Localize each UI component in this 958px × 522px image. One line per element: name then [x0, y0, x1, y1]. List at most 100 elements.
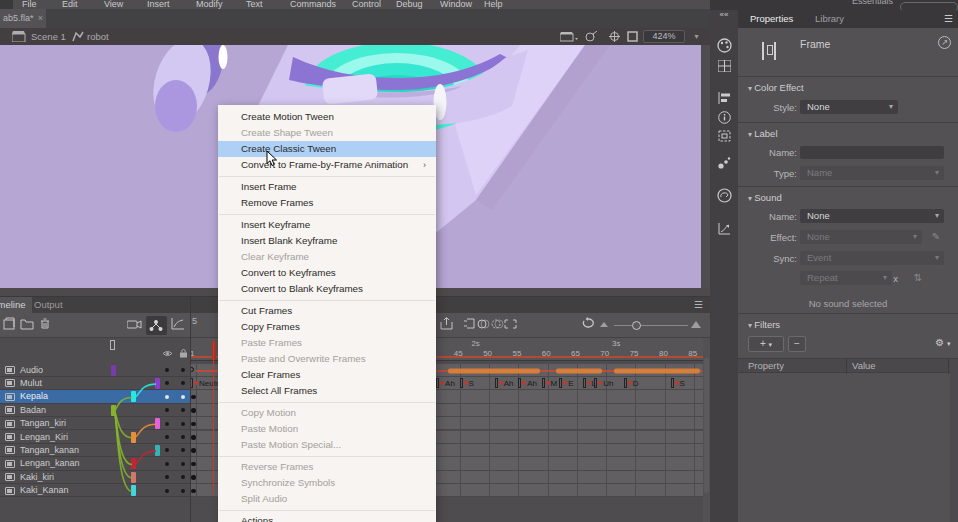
tab-output[interactable]: Output [34, 297, 63, 313]
layer-row-kaki_kanan[interactable]: Kaki_Kanan [0, 484, 190, 497]
timeline-panel-menu-icon[interactable]: ☰ [694, 299, 703, 310]
eye-column-icon[interactable] [162, 349, 173, 358]
transform-icon[interactable] [718, 130, 731, 142]
workspace-switcher[interactable]: Essentials [852, 0, 893, 6]
show-graph-icon[interactable] [171, 317, 186, 333]
menu-insert[interactable]: Insert [147, 0, 170, 9]
lock-column-icon[interactable] [179, 348, 188, 358]
menu-item-cut-frames[interactable]: Cut Frames [218, 303, 436, 319]
zoom-in-timeline-icon[interactable] [690, 317, 705, 333]
layer-row-badan[interactable]: Badan [0, 404, 190, 417]
layer-row-kaki_kiri[interactable]: Kaki_kiri [0, 471, 190, 484]
layer-parent-chip[interactable] [131, 432, 136, 443]
remove-filter-button[interactable]: − [788, 336, 806, 352]
filter-options-button[interactable]: ⚙ ▾ [926, 336, 958, 352]
sound-name-dropdown[interactable]: None▾ [800, 209, 944, 223]
clip-content-icon[interactable] [627, 31, 639, 42]
menu-item-clear-frames[interactable]: Clear Frames [218, 367, 436, 383]
layer-lock-dot[interactable] [181, 435, 185, 439]
layer-parent-chip[interactable] [155, 418, 160, 429]
search-input[interactable] [900, 2, 958, 10]
layer-visibility-dot[interactable] [165, 381, 169, 385]
menu-item-insert-keyframe[interactable]: Insert Keyframe [218, 217, 436, 233]
edit-multiple-frames-icon[interactable] [504, 317, 519, 333]
creative-cloud-icon[interactable] [717, 188, 732, 203]
layer-lock-dot[interactable] [181, 395, 185, 399]
menu-window[interactable]: Window [440, 0, 472, 9]
section-filters[interactable]: Filters [748, 319, 780, 330]
section-sound[interactable]: Sound [748, 192, 782, 203]
layer-visibility-dot[interactable] [165, 368, 169, 372]
layer-parent-chip[interactable] [155, 445, 160, 456]
menu-modify[interactable]: Modify [196, 0, 223, 9]
layer-row-audio[interactable]: Audio [0, 364, 190, 377]
new-layer-icon[interactable] [3, 317, 18, 333]
timeline-zoom-slider[interactable] [614, 325, 688, 326]
menu-item-actions[interactable]: Actions [218, 513, 436, 522]
layer-visibility-dot[interactable] [165, 475, 169, 479]
zoom-level-field[interactable]: 424% [643, 30, 685, 43]
layer-row-lengan_kiri[interactable]: Lengan_Kiri [0, 431, 190, 444]
layer-row-tangan_kiri[interactable]: Tangan_kiri [0, 417, 190, 430]
menu-item-select-all-frames[interactable]: Select All Frames [218, 383, 436, 399]
motion-graph-icon[interactable] [718, 222, 731, 235]
layer-visibility-dot[interactable] [165, 462, 169, 466]
stage-scrollbar-thumb[interactable] [702, 55, 707, 145]
timeline-scrollbar-thumb[interactable] [704, 358, 709, 493]
tab-close-icon[interactable]: × [38, 9, 43, 28]
tab-library[interactable]: Library [815, 10, 844, 28]
export-frames-icon[interactable] [440, 317, 455, 333]
collapse-dock-icon[interactable]: «« [710, 10, 738, 19]
layer-visibility-dot[interactable] [165, 489, 169, 493]
new-folder-icon[interactable] [20, 317, 35, 333]
stage-vertical-scrollbar[interactable] [701, 45, 710, 288]
style-dropdown[interactable]: None▾ [800, 100, 898, 114]
label-name-input[interactable] [800, 146, 944, 159]
camera-icon[interactable] [127, 317, 142, 333]
section-color-effect[interactable]: Color Effect [748, 82, 804, 93]
layer-parent-chip[interactable] [155, 378, 160, 389]
layer-lock-dot[interactable] [181, 422, 185, 426]
zoom-out-timeline-icon[interactable] [599, 317, 614, 333]
layer-visibility-dot[interactable] [165, 448, 169, 452]
menu-view[interactable]: View [104, 0, 123, 9]
layer-parent-chip[interactable] [131, 472, 136, 483]
swatches-icon[interactable] [718, 60, 731, 72]
align-icon[interactable] [718, 92, 731, 104]
timeline-vertical-scrollbar[interactable] [703, 338, 710, 522]
breadcrumb-scene[interactable]: Scene 1 [31, 28, 66, 45]
layer-parent-chip[interactable] [111, 405, 116, 416]
layer-lock-dot[interactable] [181, 408, 185, 412]
menu-commands[interactable]: Commands [290, 0, 336, 9]
layer-parent-chip[interactable] [131, 485, 136, 496]
layer-lock-dot[interactable] [181, 462, 185, 466]
layer-parent-chip[interactable] [111, 365, 116, 376]
layer-row-kepala[interactable]: Kepala [0, 390, 190, 403]
color-palette-icon[interactable] [717, 38, 732, 53]
panel-menu-icon[interactable]: ☰ [944, 10, 953, 28]
menu-item-create-classic-tween[interactable]: Create Classic Tween [218, 141, 436, 157]
edit-scene-icon[interactable] [560, 32, 578, 42]
layer-parent-chip[interactable] [131, 458, 136, 469]
layer-lock-dot[interactable] [181, 475, 185, 479]
layer-visibility-dot[interactable] [165, 395, 169, 399]
layer-visibility-dot[interactable] [165, 408, 169, 412]
layer-row-mulut[interactable]: Mulut [0, 377, 190, 390]
section-label[interactable]: Label [748, 128, 778, 139]
layer-visibility-dot[interactable] [165, 435, 169, 439]
info-icon[interactable] [718, 111, 731, 124]
menu-item-copy-frames[interactable]: Copy Frames [218, 319, 436, 335]
layer-frames-divider[interactable] [190, 297, 191, 522]
menu-item-convert-to-frame-by-frame-animation[interactable]: Convert to Frame-by-Frame Animation› [218, 157, 436, 173]
layer-parent-chip[interactable] [131, 391, 136, 402]
document-tab[interactable]: ab5.fla* × [0, 9, 46, 28]
menu-item-convert-to-blank-keyframes[interactable]: Convert to Blank Keyframes [218, 281, 436, 297]
menu-text[interactable]: Text [246, 0, 263, 9]
layer-visibility-dot[interactable] [165, 422, 169, 426]
menu-file[interactable]: File [22, 0, 37, 9]
onion-skin-icon[interactable] [477, 317, 492, 333]
menu-item-insert-blank-keyframe[interactable]: Insert Blank Keyframe [218, 233, 436, 249]
layer-lock-dot[interactable] [181, 489, 185, 493]
menu-edit[interactable]: Edit [62, 0, 78, 9]
menu-debug[interactable]: Debug [396, 0, 423, 9]
